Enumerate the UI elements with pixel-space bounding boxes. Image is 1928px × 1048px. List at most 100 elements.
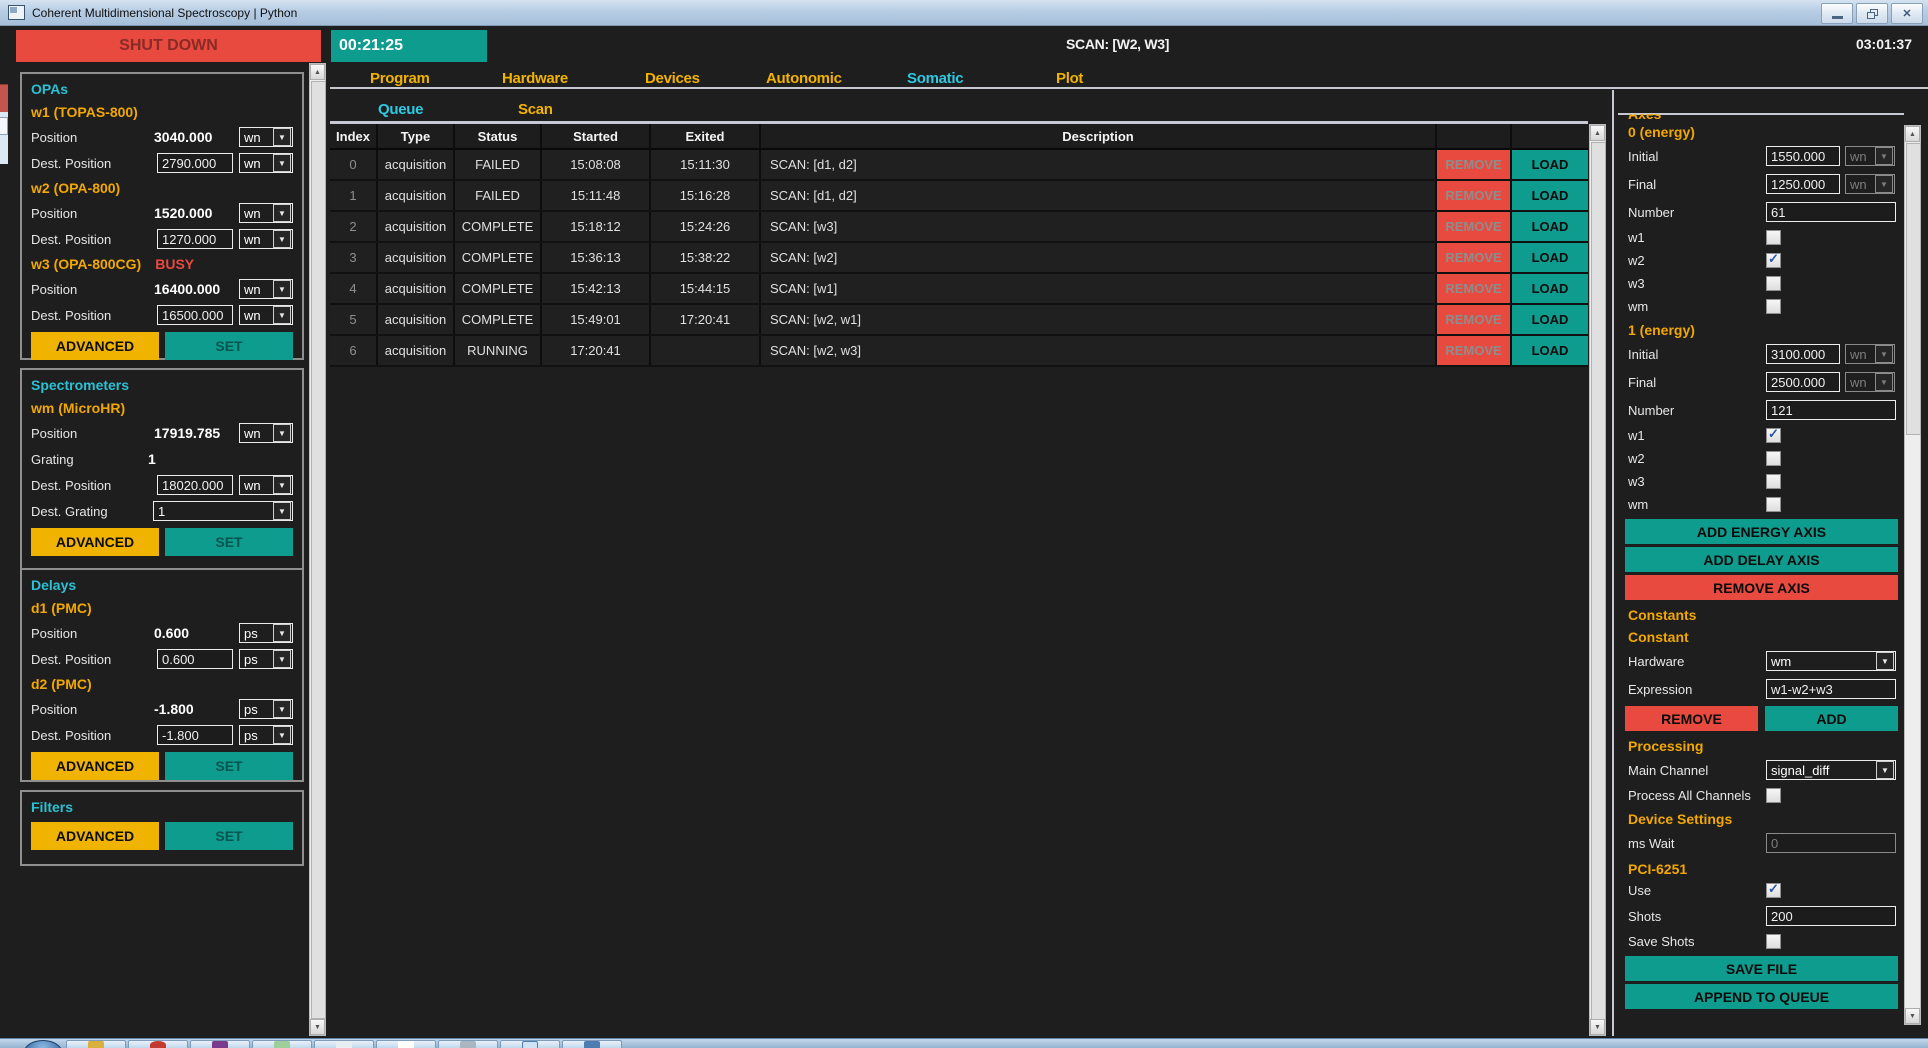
- add-delay-axis-button[interactable]: ADD DELAY AXIS: [1625, 547, 1898, 572]
- set-button[interactable]: SET: [165, 332, 293, 360]
- scrollbar-thumb[interactable]: [311, 81, 326, 1019]
- tab-somatic[interactable]: Somatic: [907, 70, 963, 87]
- restore-button[interactable]: [1856, 3, 1888, 24]
- scroll-up-icon[interactable]: ▲: [1590, 125, 1605, 141]
- queue-scrollbar[interactable]: ▲ ▼: [1589, 124, 1606, 1036]
- tab-devices[interactable]: Devices: [645, 70, 700, 87]
- units-select[interactable]: wn▼: [239, 153, 293, 173]
- taskbar-item[interactable]: [66, 1040, 126, 1048]
- set-button[interactable]: SET: [165, 752, 293, 780]
- shutdown-button[interactable]: SHUT DOWN: [16, 30, 321, 62]
- units-select[interactable]: wn▼: [239, 305, 293, 325]
- units-select[interactable]: wn▼: [239, 127, 293, 147]
- wm-checkbox[interactable]: [1766, 497, 1781, 512]
- advanced-button[interactable]: ADVANCED: [31, 752, 159, 780]
- remove-button[interactable]: REMOVE: [1437, 181, 1510, 210]
- tab-autonomic[interactable]: Autonomic: [766, 70, 842, 87]
- units-select[interactable]: ps▼: [239, 699, 293, 719]
- scrollbar-thumb[interactable]: [1906, 143, 1921, 435]
- w2-checkbox[interactable]: [1766, 253, 1781, 268]
- main-channel-select[interactable]: signal_diff▼: [1766, 760, 1896, 780]
- advanced-button[interactable]: ADVANCED: [31, 528, 159, 556]
- final-input[interactable]: [1766, 372, 1840, 392]
- remove-axis-button[interactable]: REMOVE AXIS: [1625, 575, 1898, 600]
- remove-button[interactable]: REMOVE: [1437, 336, 1510, 365]
- units-select[interactable]: wn▼: [239, 475, 293, 495]
- units-select[interactable]: wn▼: [1845, 174, 1895, 194]
- load-button[interactable]: LOAD: [1512, 181, 1588, 210]
- process-all-checkbox[interactable]: [1766, 788, 1781, 803]
- initial-input[interactable]: [1766, 344, 1840, 364]
- set-button[interactable]: SET: [165, 822, 293, 850]
- units-select[interactable]: wn▼: [239, 229, 293, 249]
- units-select[interactable]: wn▼: [239, 203, 293, 223]
- close-button[interactable]: ✕: [1891, 3, 1923, 24]
- load-button[interactable]: LOAD: [1512, 305, 1588, 334]
- remove-button[interactable]: REMOVE: [1437, 305, 1510, 334]
- use-checkbox[interactable]: [1766, 883, 1781, 898]
- units-select[interactable]: wn▼: [1845, 372, 1895, 392]
- hardware-select[interactable]: wm▼: [1766, 651, 1896, 671]
- load-button[interactable]: LOAD: [1512, 150, 1588, 179]
- save-file-button[interactable]: SAVE FILE: [1625, 956, 1898, 981]
- dest-position-input[interactable]: [157, 153, 233, 173]
- taskbar-item[interactable]: [376, 1040, 436, 1048]
- tab-hardware[interactable]: Hardware: [502, 70, 568, 87]
- dest-position-input[interactable]: [157, 229, 233, 249]
- append-to-queue-button[interactable]: APPEND TO QUEUE: [1625, 984, 1898, 1009]
- taskbar-item[interactable]: [562, 1040, 622, 1048]
- w1-checkbox[interactable]: [1766, 230, 1781, 245]
- taskbar-item[interactable]: [252, 1040, 312, 1048]
- dest-position-input[interactable]: [157, 305, 233, 325]
- remove-button[interactable]: REMOVE: [1437, 243, 1510, 272]
- sidebar-scrollbar[interactable]: ▲ ▼: [309, 63, 326, 1036]
- units-select[interactable]: wn▼: [239, 279, 293, 299]
- w3-checkbox[interactable]: [1766, 276, 1781, 291]
- dest-position-input[interactable]: [157, 649, 233, 669]
- taskbar-item[interactable]: [128, 1040, 188, 1048]
- w1-checkbox[interactable]: [1766, 428, 1781, 443]
- units-select[interactable]: ps▼: [239, 725, 293, 745]
- units-select[interactable]: wn▼: [1845, 344, 1895, 364]
- taskbar-item[interactable]: [500, 1040, 560, 1048]
- remove-button[interactable]: REMOVE: [1437, 150, 1510, 179]
- advanced-button[interactable]: ADVANCED: [31, 822, 159, 850]
- remove-button[interactable]: REMOVE: [1437, 212, 1510, 241]
- expression-input[interactable]: [1766, 679, 1896, 699]
- scroll-down-icon[interactable]: ▼: [310, 1019, 325, 1035]
- dest-position-input[interactable]: [157, 475, 233, 495]
- scroll-down-icon[interactable]: ▼: [1905, 1008, 1920, 1024]
- scrollbar-thumb[interactable]: [1591, 142, 1606, 1020]
- w3-checkbox[interactable]: [1766, 474, 1781, 489]
- load-button[interactable]: LOAD: [1512, 212, 1588, 241]
- scroll-down-icon[interactable]: ▼: [1590, 1019, 1605, 1035]
- remove-button[interactable]: REMOVE: [1437, 274, 1510, 303]
- tab-program[interactable]: Program: [370, 70, 430, 87]
- set-button[interactable]: SET: [165, 528, 293, 556]
- save-shots-checkbox[interactable]: [1766, 934, 1781, 949]
- add-constant-button[interactable]: ADD: [1765, 706, 1898, 731]
- number-input[interactable]: [1766, 202, 1896, 222]
- dest-grating-select[interactable]: 1▼: [153, 501, 293, 521]
- scroll-up-icon[interactable]: ▲: [310, 64, 325, 80]
- units-select[interactable]: wn▼: [239, 423, 293, 443]
- scroll-up-icon[interactable]: ▲: [1905, 126, 1920, 142]
- load-button[interactable]: LOAD: [1512, 274, 1588, 303]
- taskbar-item[interactable]: [438, 1040, 498, 1048]
- load-button[interactable]: LOAD: [1512, 336, 1588, 365]
- taskbar-item[interactable]: [190, 1040, 250, 1048]
- units-select[interactable]: wn▼: [1845, 146, 1895, 166]
- add-energy-axis-button[interactable]: ADD ENERGY AXIS: [1625, 519, 1898, 544]
- initial-input[interactable]: [1766, 146, 1840, 166]
- advanced-button[interactable]: ADVANCED: [31, 332, 159, 360]
- remove-constant-button[interactable]: REMOVE: [1625, 706, 1758, 731]
- wm-checkbox[interactable]: [1766, 299, 1781, 314]
- units-select[interactable]: ps▼: [239, 649, 293, 669]
- final-input[interactable]: [1766, 174, 1840, 194]
- minimize-button[interactable]: [1821, 3, 1853, 24]
- panel-scrollbar[interactable]: ▲ ▼: [1904, 125, 1921, 1025]
- shots-input[interactable]: [1766, 906, 1896, 926]
- dest-position-input[interactable]: [157, 725, 233, 745]
- w2-checkbox[interactable]: [1766, 451, 1781, 466]
- taskbar-item[interactable]: [314, 1040, 374, 1048]
